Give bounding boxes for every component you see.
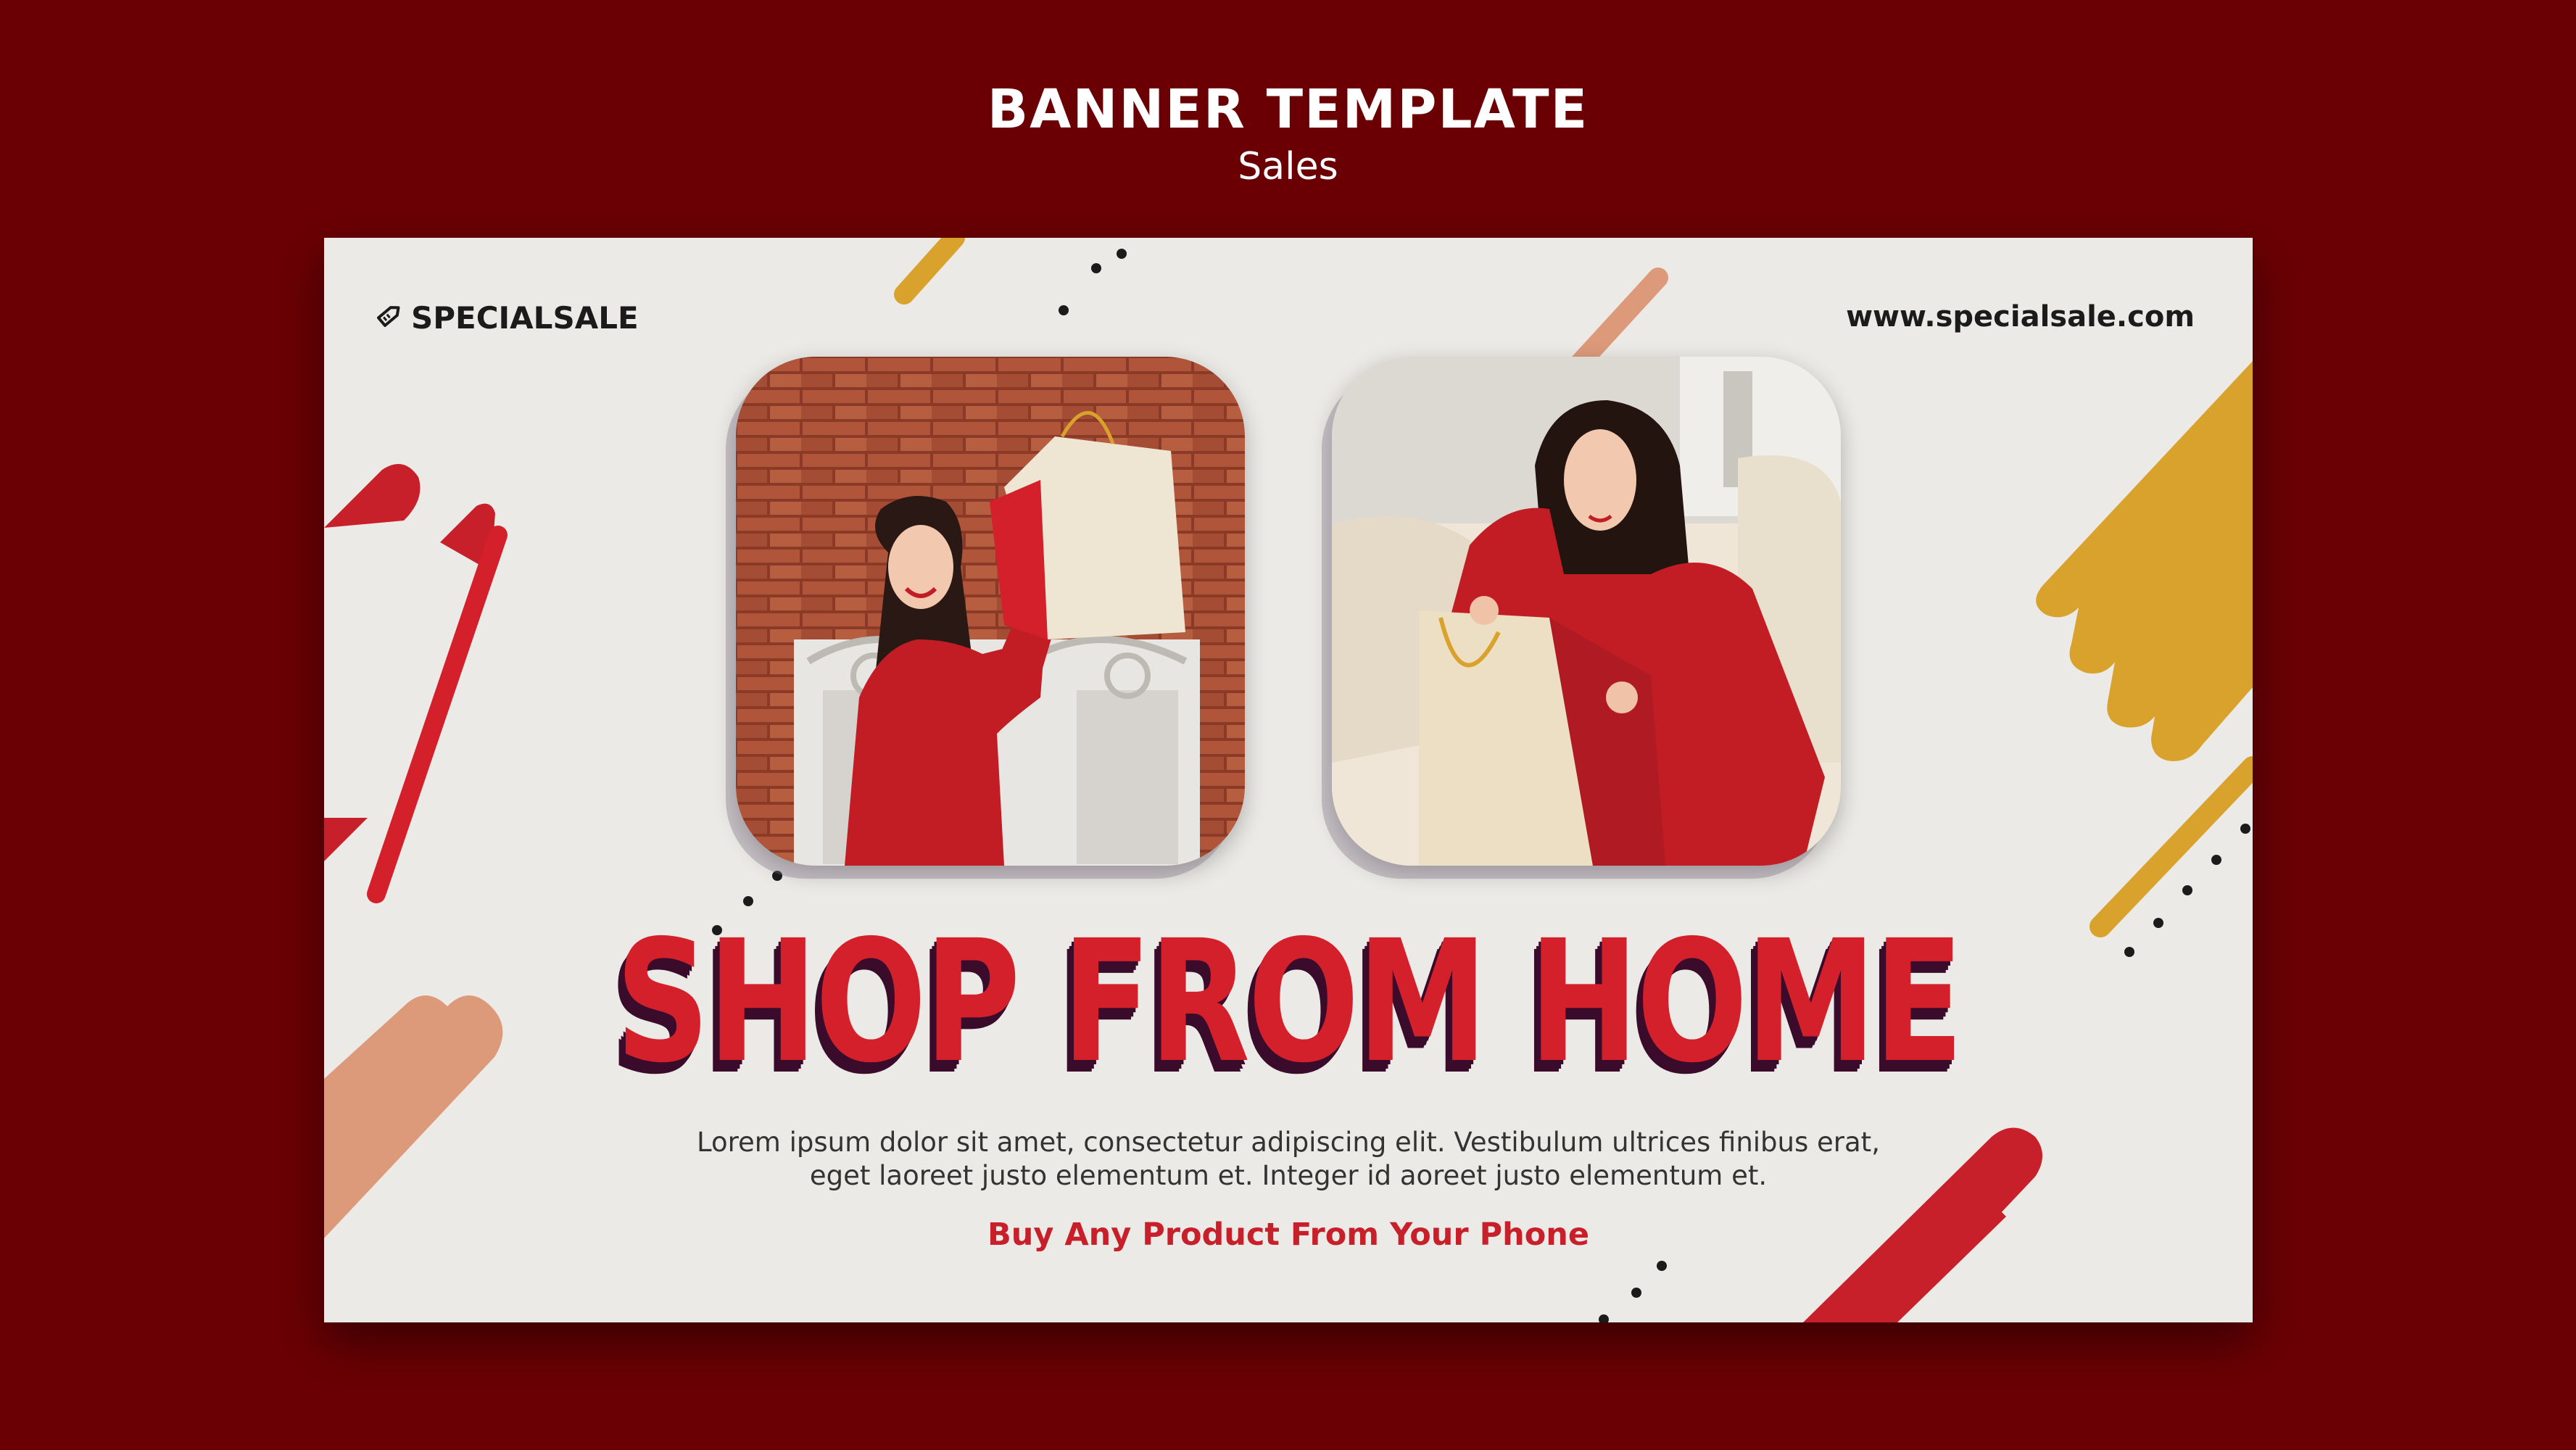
cta-text: Buy Any Product From Your Phone bbox=[987, 1217, 1590, 1253]
photo-woman-holding-bags bbox=[736, 357, 1245, 866]
tag-icon bbox=[376, 300, 404, 336]
page-subtitle: Sales bbox=[1238, 145, 1338, 188]
photo-woman-opening-bag bbox=[1332, 357, 1841, 866]
sales-banner: SPECIALSALE www.specialsale.com SHOP FRO… bbox=[324, 238, 2253, 1322]
brand-logo: SPECIALSALE bbox=[376, 300, 639, 336]
headline: SHOP FROM HOME bbox=[615, 904, 1964, 1100]
brand-name: SPECIALSALE bbox=[411, 300, 639, 336]
page-title: BANNER TEMPLATE bbox=[987, 78, 1589, 141]
body-text: Lorem ipsum dolor sit amet, consectetur … bbox=[697, 1127, 1880, 1191]
website-url: www.specialsale.com bbox=[1846, 300, 2195, 334]
